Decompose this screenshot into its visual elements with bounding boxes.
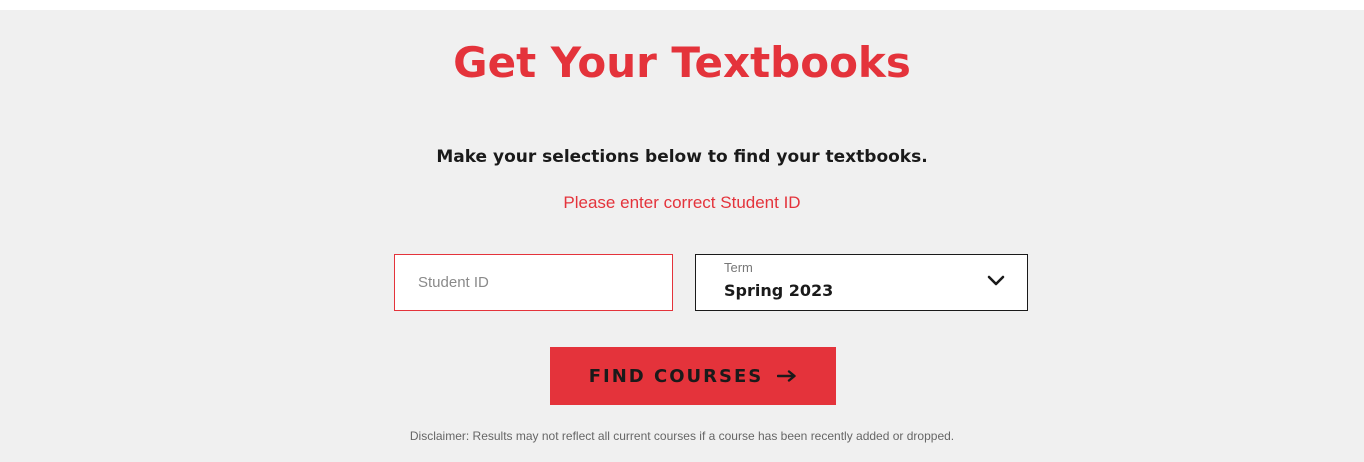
chevron-down-icon	[987, 275, 1005, 286]
page-title: Get Your Textbooks	[453, 38, 911, 87]
page-subtitle: Make your selections below to find your …	[436, 147, 928, 167]
term-label: Term	[724, 260, 753, 275]
arrow-right-icon	[777, 370, 796, 382]
find-courses-label: FIND COURSES	[588, 365, 764, 387]
find-courses-button[interactable]: FIND COURSES	[550, 347, 836, 405]
textbook-finder-panel: Get Your Textbooks Make your selections …	[0, 10, 1364, 462]
student-id-field[interactable]	[394, 254, 673, 311]
student-id-input[interactable]	[395, 255, 672, 310]
disclaimer-text: Disclaimer: Results may not reflect all …	[409, 429, 955, 443]
term-select[interactable]: Term Spring 2023	[695, 254, 1028, 311]
term-selected-value: Spring 2023	[724, 281, 834, 300]
error-message: Please enter correct Student ID	[563, 193, 801, 212]
